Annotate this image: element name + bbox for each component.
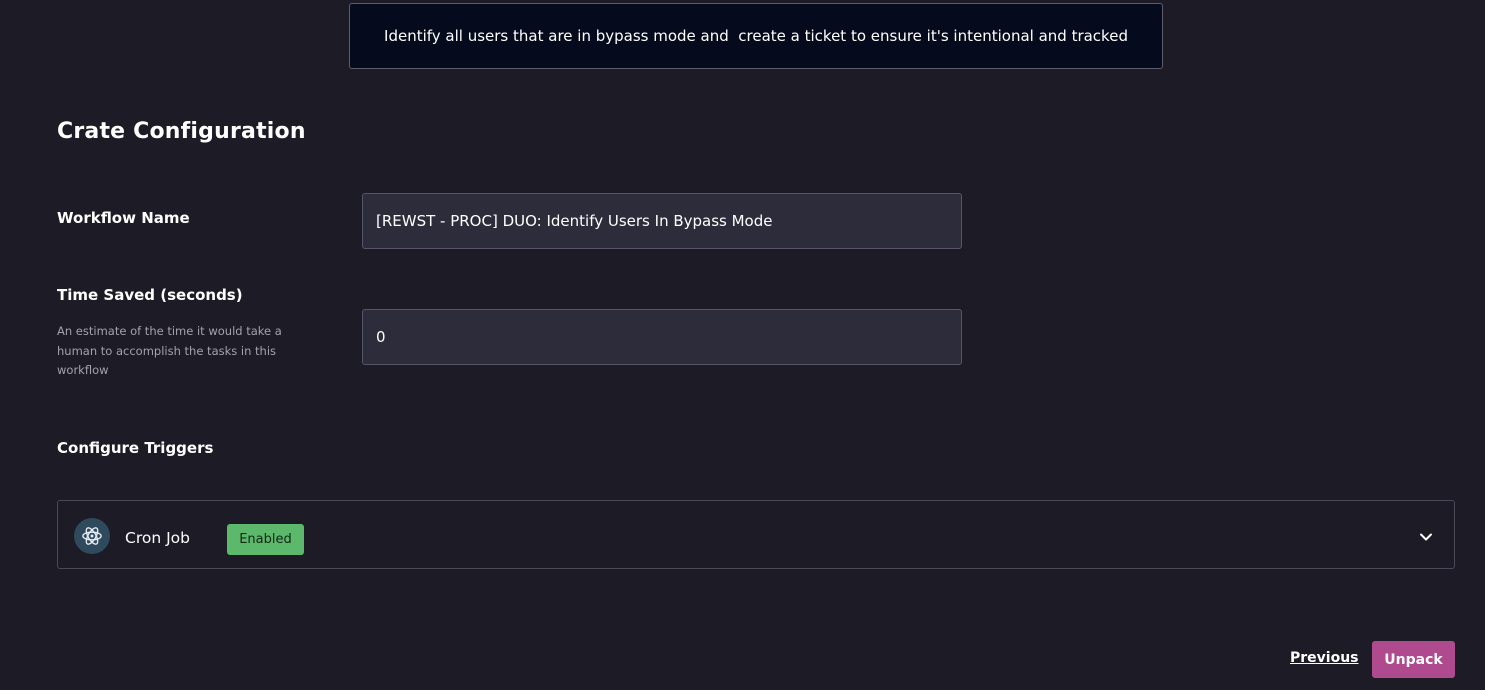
configure-triggers-label: Configure Triggers	[57, 439, 214, 457]
trigger-name: Cron Job	[125, 529, 190, 547]
chevron-down-icon[interactable]	[1418, 529, 1434, 545]
atom-icon	[74, 518, 110, 554]
crate-description: Identify all users that are in bypass mo…	[349, 3, 1163, 69]
workflow-name-input[interactable]	[362, 193, 962, 249]
page-title: Crate Configuration	[57, 119, 306, 144]
time-saved-help-text: An estimate of the time it would take a …	[57, 324, 282, 377]
time-saved-label: Time Saved (seconds)	[57, 286, 243, 304]
unpack-button[interactable]: Unpack	[1372, 641, 1455, 678]
time-saved-input[interactable]	[362, 309, 962, 365]
trigger-card-cron-job[interactable]: Cron Job Enabled	[57, 500, 1455, 569]
previous-button[interactable]: Previous	[1290, 650, 1359, 666]
status-badge: Enabled	[227, 524, 304, 555]
workflow-name-label: Workflow Name	[57, 209, 190, 227]
